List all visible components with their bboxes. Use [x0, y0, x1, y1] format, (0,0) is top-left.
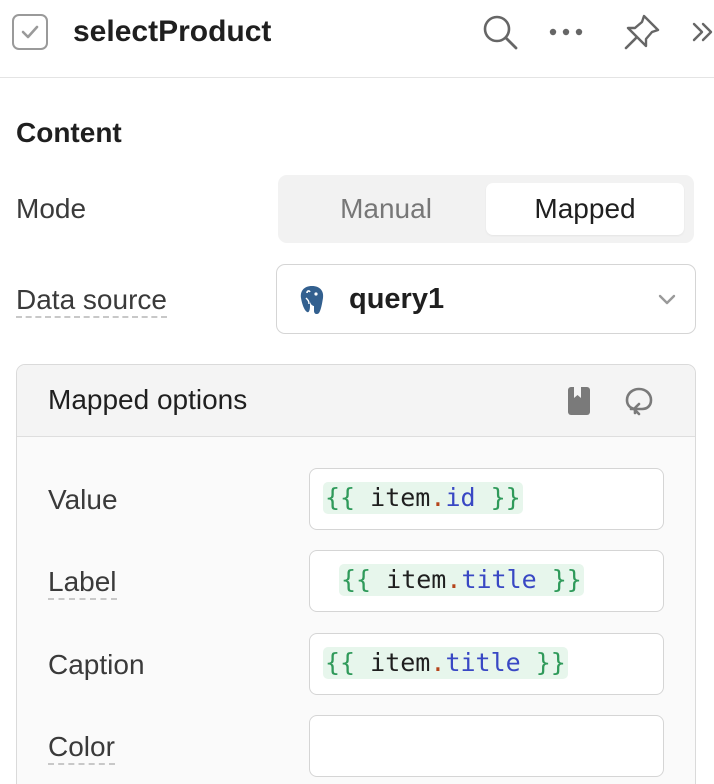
data-source-value: query1	[349, 283, 445, 315]
search-icon[interactable]	[480, 12, 520, 57]
data-source-select[interactable]: query1	[276, 264, 696, 334]
reset-icon[interactable]	[623, 385, 657, 422]
mode-option-manual[interactable]: Manual	[286, 183, 486, 235]
mode-segmented-control: Manual Mapped	[278, 175, 694, 243]
chevron-down-icon	[657, 292, 677, 311]
postgresql-icon	[297, 284, 327, 321]
field-label-label: Label	[48, 565, 117, 600]
mapped-options-header: Mapped options	[17, 365, 695, 437]
caption-code-input[interactable]: {{ item.title }}	[309, 633, 664, 695]
more-icon[interactable]	[548, 12, 584, 57]
field-label-caption: Caption	[48, 649, 145, 680]
expand-icon[interactable]	[692, 12, 714, 57]
mode-label: Mode	[16, 193, 87, 224]
mode-option-mapped[interactable]: Mapped	[486, 183, 684, 235]
value-code-input[interactable]: {{ item.id }}	[309, 468, 664, 530]
component-title[interactable]: selectProduct	[73, 14, 271, 50]
pin-icon[interactable]	[622, 12, 662, 57]
checkbox-icon	[12, 14, 48, 50]
label-code-expression: {{ item.title }}	[339, 564, 584, 596]
section-title-content: Content	[16, 117, 122, 148]
field-label-value: Value	[48, 484, 118, 515]
data-source-label-text: Data source	[16, 284, 167, 318]
data-source-label[interactable]: Data source	[16, 283, 167, 318]
book-icon[interactable]	[565, 385, 593, 422]
label-code-input[interactable]: {{ item.title }}	[309, 550, 664, 612]
mapped-options-title: Mapped options	[48, 384, 248, 415]
value-code-expression: {{ item.id }}	[323, 482, 523, 514]
mapped-options-panel: Mapped options Value {{ item.id }} Label…	[16, 364, 696, 784]
color-code-input[interactable]	[309, 715, 664, 777]
field-label-color: Color	[48, 730, 115, 765]
caption-code-expression: {{ item.title }}	[323, 647, 568, 679]
inspector-header: selectProduct	[0, 0, 714, 78]
